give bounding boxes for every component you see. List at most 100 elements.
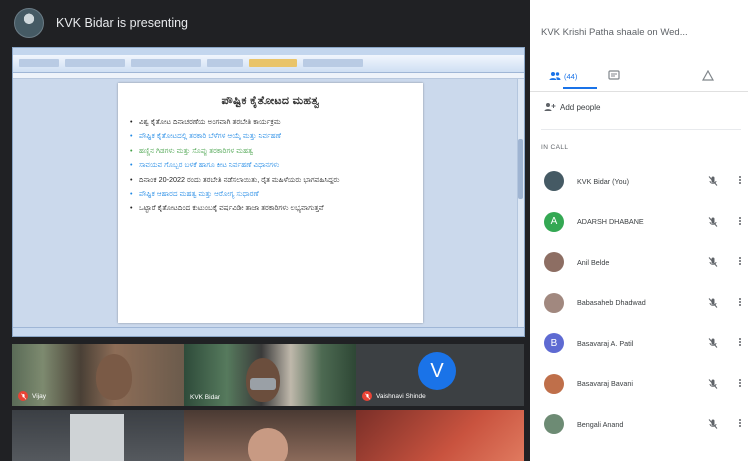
word-ribbon <box>13 55 524 73</box>
presenter-avatar <box>14 8 44 38</box>
tab-active-indicator <box>563 87 597 89</box>
panel-tabs: (44) <box>530 60 748 92</box>
divider <box>541 129 741 130</box>
participant-avatar <box>544 292 564 313</box>
participant-avatar <box>544 252 564 272</box>
document-line-text: ಪೌಷ್ಟಿಕ ಕೈತೋಟದಲ್ಲಿ ತರಕಾರಿ ಬೆಳೆಗಳ ಆಯ್ಕೆ ಮ… <box>139 131 282 141</box>
tile-name: Vaishnavi Shinde <box>376 392 426 400</box>
word-title-bar <box>13 48 524 55</box>
participant-row[interactable]: Basavaraj Bavani <box>530 368 748 400</box>
bullet-icon: • <box>130 174 133 184</box>
participant-row[interactable]: KVK Bidar (You) <box>530 165 748 197</box>
more-options-icon[interactable] <box>738 175 742 187</box>
people-count: (44) <box>564 71 578 81</box>
add-people-label: Add people <box>560 102 601 112</box>
participant-avatar: B <box>544 333 564 353</box>
screen: KVK Bidar is presenting ಪೌಷ್ಟಿಕ ಕೈತೋಟದ ಮ… <box>0 0 748 461</box>
participant-name: Bengali Anand <box>577 419 624 429</box>
mic-off-icon <box>708 378 718 389</box>
document-line-text: ವಿಶ್ವ ಕೈತೋಟ ದಿನಾಚರಣೆಯ ಅಂಗವಾಗಿ ತರಬೇತಿ ಕಾರ… <box>139 117 281 126</box>
bullet-icon: • <box>130 160 133 170</box>
document-line-text: ಸಾವಯವ ಗೊಬ್ಬರ ಬಳಕೆ ಹಾಗೂ ಕೀಟ ನಿರ್ವಹಣೆ ವಿಧಾ… <box>139 160 280 170</box>
document-area: ಪೌಷ್ಟಿಕ ಕೈತೋಟದ ಮಹತ್ವ • ವಿಶ್ವ ಕೈತೋಟ ದಿನಾಚರ… <box>13 79 524 329</box>
bullet-icon: • <box>130 203 133 213</box>
participant-row[interactable]: Bengali Anand <box>530 408 748 440</box>
presenter-status: KVK Bidar is presenting <box>56 16 189 30</box>
document-line-text: ಪೌಷ್ಟಿಕ ಆಹಾರದ ಮಹತ್ವ ಮತ್ತು ಆರೋಗ್ಯ ಸುಧಾರಣೆ <box>139 189 259 199</box>
document-heading: ಪೌಷ್ಟಿಕ ಕೈತೋಟದ ಮಹತ್ವ <box>221 95 320 107</box>
bullet-icon: • <box>130 117 133 126</box>
participant-name: KVK Bidar (You) <box>577 176 630 186</box>
meeting-stage: KVK Bidar is presenting ಪೌಷ್ಟಿಕ ಕೈತೋಟದ ಮ… <box>0 0 530 461</box>
participant-tile[interactable]: V Vaishnavi Shinde <box>356 344 524 406</box>
shared-screen[interactable]: ಪೌಷ್ಟಿಕ ಕೈತೋಟದ ಮಹತ್ವ • ವಿಶ್ವ ಕೈತೋಟ ದಿನಾಚರ… <box>12 47 525 337</box>
document-bullet-line: • ದಿನಾಂಕ 20-2022 ರಂದು ತರಬೇತಿ ನಡೆಸಲಾಯಿತು, … <box>130 174 411 185</box>
document-bullet-line: • ಪೌಷ್ಟಿಕ ಆಹಾರದ ಮಹತ್ವ ಮತ್ತು ಆರೋಗ್ಯ ಸುಧಾರಣ… <box>130 188 411 199</box>
activities-icon <box>702 70 714 81</box>
tab-people[interactable]: (44) <box>549 64 597 89</box>
mic-off-icon <box>708 216 718 227</box>
participant-avatar: A <box>544 211 564 232</box>
document-bullet-line: • ಹಣ್ಣಿನ ಗಿಡಗಳು ಮತ್ತು ಸೊಪ್ಪು ತರಕಾರಿಗಳ ಮಹತ… <box>130 145 411 156</box>
document-bullet-list: • ವಿಶ್ವ ಕೈತೋಟ ದಿನಾಚರಣೆಯ ಅಂಗವಾಗಿ ತರಬೇತಿ ಕಾ… <box>130 116 411 214</box>
mic-off-icon <box>708 297 718 308</box>
document-page: ಪೌಷ್ಟಿಕ ಕೈತೋಟದ ಮಹತ್ವ • ವಿಶ್ವ ಕೈತೋಟ ದಿನಾಚರ… <box>118 83 423 323</box>
tile-label: KVK Bidar <box>190 394 220 401</box>
people-icon <box>549 72 561 80</box>
participant-tile[interactable]: Vijay <box>12 344 184 406</box>
presenter-bar: KVK Bidar is presenting <box>0 0 530 46</box>
participant-tile[interactable]: KVK Bidar <box>184 344 356 406</box>
tile-label: Vijay <box>18 391 46 401</box>
in-call-header: IN CALL <box>541 144 569 151</box>
bullet-icon: • <box>130 131 133 141</box>
more-options-icon[interactable] <box>738 297 742 309</box>
word-status-bar <box>13 327 524 336</box>
more-options-icon[interactable] <box>738 378 742 390</box>
more-options-icon[interactable] <box>738 216 742 228</box>
tab-activities[interactable] <box>702 64 714 88</box>
mic-off-icon <box>708 338 718 348</box>
mic-off-icon <box>362 391 372 401</box>
more-options-icon[interactable] <box>738 256 742 268</box>
document-bullet-line: • ಪೌಷ್ಟಿಕ ಕೈತೋಟದಲ್ಲಿ ತರಕಾರಿ ಬೆಳೆಗಳ ಆಯ್ಕೆ … <box>130 130 411 141</box>
bullet-icon: • <box>130 145 133 155</box>
participant-row[interactable]: A ADARSH DHABANE <box>530 206 748 238</box>
mic-off-icon <box>18 391 28 401</box>
participant-row[interactable]: B Basavaraj A. Patil <box>530 327 748 359</box>
participant-avatar <box>544 414 564 434</box>
document-line-text: ದಿನಾಂಕ 20-2022 ರಂದು ತರಬೇತಿ ನಡೆಸಲಾಯಿತು, ರ… <box>139 174 340 184</box>
tile-name: KVK Bidar <box>190 394 220 401</box>
document-bullet-line: • ಸಾವಯವ ಗೊಬ್ಬರ ಬಳಕೆ ಹಾಗೂ ಕೀಟ ನಿರ್ವಹಣೆ ವಿಧ… <box>130 159 411 170</box>
more-options-icon[interactable] <box>738 337 742 349</box>
mic-off-icon <box>708 257 718 267</box>
participant-name: Basavaraj Bavani <box>577 379 633 388</box>
document-line-text: ಹಣ್ಣಿನ ಗಿಡಗಳು ಮತ್ತು ಸೊಪ್ಪು ತರಕಾರಿಗಳ ಮಹತ್… <box>139 145 254 155</box>
participant-row[interactable]: Anil Belde <box>530 246 748 278</box>
meeting-title: KVK Krishi Patha shaale on Wed... <box>541 27 688 38</box>
participant-avatar <box>544 171 564 191</box>
bullet-icon: • <box>130 189 133 199</box>
mic-off-icon <box>708 419 718 429</box>
add-person-icon <box>544 103 556 111</box>
more-options-icon[interactable] <box>738 418 742 430</box>
document-bullet-line: • ಒಟ್ಟಾರೆ ಕೈತೋಟದಿಂದ ಕುಟುಂಬಕ್ಕೆ ವರ್ಷವಿಡೀ ತ… <box>130 202 411 213</box>
chat-icon <box>608 70 620 80</box>
participant-name: Basavaraj A. Patil <box>577 338 634 348</box>
participant-row[interactable]: Babasaheb Dhadwad <box>530 287 748 319</box>
participant-avatar: V <box>418 352 456 390</box>
tile-label: Vaishnavi Shinde <box>362 391 426 401</box>
participant-name: Anil Belde <box>577 257 610 267</box>
participant-name: ADARSH DHABANE <box>577 217 644 226</box>
participant-name: Babasaheb Dhadwad <box>577 298 646 307</box>
document-line-text: ಒಟ್ಟಾರೆ ಕೈತೋಟದಿಂದ ಕುಟುಂಬಕ್ಕೆ ವರ್ಷವಿಡೀ ತಾ… <box>139 203 324 213</box>
tile-name: Vijay <box>32 392 46 400</box>
document-bullet-line: • ವಿಶ್ವ ಕೈತೋಟ ದಿನಾಚರಣೆಯ ಅಂಗವಾಗಿ ತರಬೇತಿ ಕಾ… <box>130 116 411 127</box>
participant-tile[interactable] <box>184 410 356 461</box>
participant-tile[interactable] <box>12 410 184 461</box>
tab-chat[interactable] <box>608 64 620 88</box>
mic-off-icon <box>708 176 718 186</box>
add-people-button[interactable]: Add people <box>544 102 600 112</box>
participant-tile[interactable] <box>356 410 524 461</box>
word-vertical-scrollbar[interactable] <box>517 79 524 329</box>
people-panel: KVK Krishi Patha shaale on Wed... (44) A… <box>530 0 748 461</box>
